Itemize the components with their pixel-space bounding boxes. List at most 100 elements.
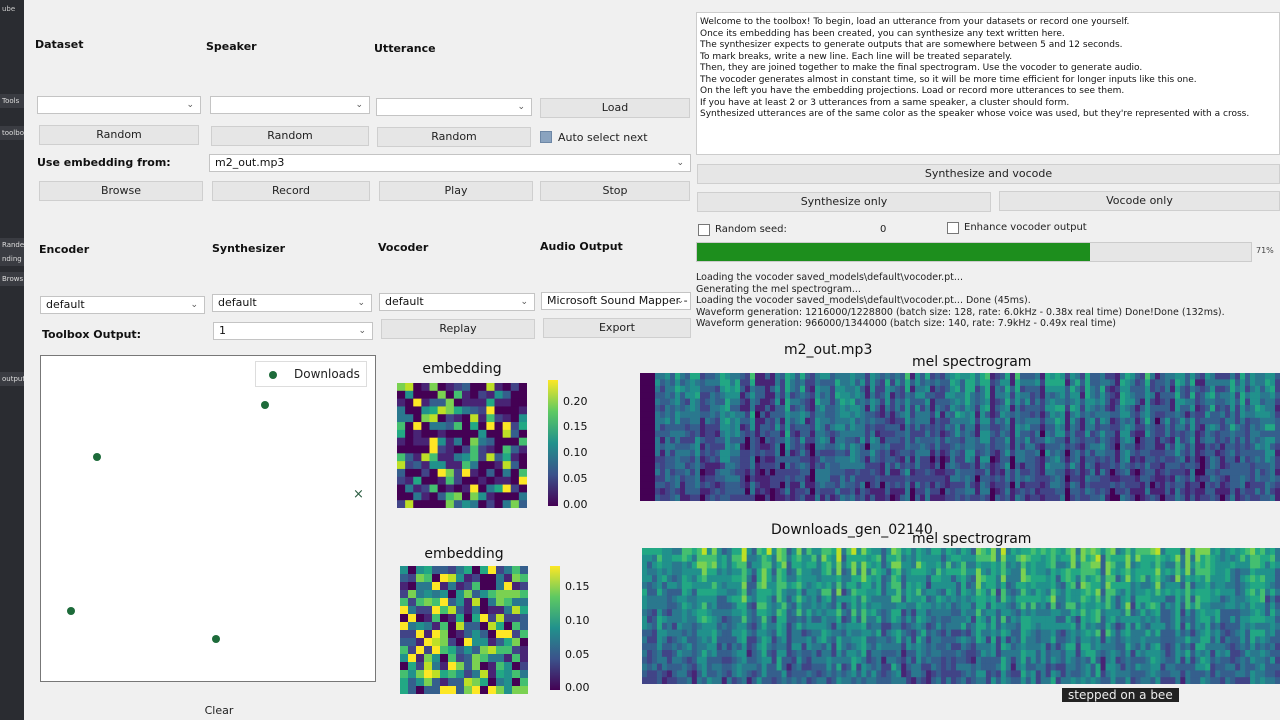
spectrogram-cell (1080, 602, 1087, 610)
heatmap-cell (453, 383, 463, 392)
heatmap-cell (502, 492, 512, 501)
heatmap-cell (488, 598, 497, 607)
spectrogram-cell (980, 643, 987, 651)
spectrogram-cell (1260, 449, 1266, 457)
spectrogram-cell (680, 469, 686, 476)
spectrogram-cell (676, 582, 683, 590)
export-button[interactable]: Export (543, 318, 691, 338)
spectrogram-cell (745, 488, 751, 496)
load-button[interactable]: Load (540, 98, 690, 118)
heatmap-cell (424, 622, 433, 631)
random-speaker-button[interactable]: Random (211, 126, 369, 146)
spectrogram-cell (1115, 392, 1121, 400)
spectrogram-cell (926, 629, 932, 637)
replay-button[interactable]: Replay (381, 319, 535, 339)
play-button[interactable]: Play (379, 181, 533, 201)
random-dataset-button[interactable]: Random (39, 125, 199, 145)
heatmap-cell (510, 390, 520, 400)
spectrogram-cell (935, 449, 941, 457)
spectrogram-cell (1140, 417, 1146, 425)
spectrogram-cell (1090, 373, 1096, 380)
spectrogram-cell (665, 449, 671, 457)
spectrogram-cell (1050, 663, 1057, 671)
spectrogram-cell (1015, 582, 1022, 590)
vocoder-combo[interactable]: default ⌄ (379, 293, 535, 311)
spectrogram-cell (990, 561, 997, 569)
spectrogram-cell (1060, 677, 1067, 684)
spectrogram-cell (970, 494, 976, 501)
spectrogram-cell (696, 548, 703, 556)
spectrogram-cell (1045, 488, 1051, 496)
spectrogram-cell (690, 411, 696, 419)
spectrogram-cell (735, 481, 741, 489)
spectrogram-cell (876, 568, 882, 576)
spectrogram-cell (751, 636, 758, 644)
spectrogram-cell (1065, 582, 1072, 590)
spectrogram-cell (651, 554, 658, 563)
spectrogram-cell (921, 670, 927, 678)
spectrogram-cell (681, 548, 688, 556)
spectrogram-cell (880, 481, 886, 489)
spectrogram-cell (850, 392, 856, 400)
spectrogram-cell (1000, 650, 1007, 658)
spectrogram-cell (1030, 622, 1037, 631)
spectrogram-cell (690, 437, 696, 444)
spectrogram-cell (736, 548, 743, 556)
synthesizer-combo[interactable]: default ⌄ (212, 294, 372, 312)
spectrogram-cell (751, 670, 758, 678)
spectrogram-cell (965, 609, 972, 617)
vocoder-value: default (385, 295, 424, 308)
dataset-combo[interactable]: ⌄ (37, 96, 201, 114)
spectrogram-cell (691, 575, 698, 583)
spectrogram-cell (731, 602, 738, 610)
spectrogram-cell (671, 677, 678, 684)
browse-button[interactable]: Browse (39, 181, 203, 201)
spectrogram-cell (956, 622, 962, 631)
embedding-source-combo[interactable]: m2_out.mp3 ⌄ (209, 154, 691, 172)
spectrogram-cell (1255, 379, 1261, 387)
heatmap-cell (512, 622, 521, 631)
spectrogram-cell (965, 398, 971, 406)
toolbox-output-combo[interactable]: 1 ⌄ (213, 322, 373, 340)
spectrogram-cell (1085, 398, 1091, 406)
spectrogram-cell (876, 650, 882, 658)
utterance-combo[interactable]: ⌄ (376, 98, 532, 116)
spectrogram-cell (965, 629, 972, 637)
spectrogram-cell (745, 385, 751, 393)
encoder-combo[interactable]: default ⌄ (40, 296, 205, 314)
record-button[interactable]: Record (212, 181, 370, 201)
heatmap-cell (486, 383, 495, 392)
spectrogram-cell (1020, 385, 1026, 393)
spectrogram-cell (995, 417, 1001, 425)
spectrogram-cell (1075, 663, 1082, 671)
spectrogram-cell (856, 588, 862, 597)
spectrogram-cell (1260, 424, 1266, 432)
auto-select-checkbox[interactable] (540, 131, 552, 143)
spectrogram-cell (880, 379, 886, 387)
spectrogram-cell (700, 430, 706, 438)
spectrogram-cell (691, 670, 698, 678)
spectrogram-cell (685, 373, 691, 380)
spectrogram-cell (905, 373, 911, 380)
spectrogram-cell (1085, 373, 1091, 380)
spectrogram-cell (855, 411, 861, 419)
heatmap-cell (512, 614, 521, 623)
speaker-combo[interactable]: ⌄ (210, 96, 370, 114)
spectrogram-cell (926, 595, 932, 603)
spectrogram-cell (1030, 411, 1036, 419)
stop-button[interactable]: Stop (540, 181, 690, 201)
spectrogram-cell (905, 379, 911, 387)
spectrogram-cell (765, 449, 771, 457)
spectrogram-cell (1010, 548, 1017, 556)
spectrogram-cell (946, 575, 952, 583)
spectrogram-cell (721, 575, 728, 583)
clear-button[interactable]: Clear (184, 702, 254, 720)
spectrogram-cell (835, 373, 841, 380)
audio-output-combo[interactable]: Microsoft Sound Mapper - (⌄ (541, 292, 691, 310)
spectrogram-cell (761, 561, 768, 569)
random-utterance-button[interactable]: Random (377, 127, 531, 147)
spectrogram-cell (946, 588, 952, 597)
spectrogram-cell (1150, 449, 1156, 457)
heatmap-cell (502, 406, 512, 415)
spectrogram-cell (1165, 443, 1171, 451)
